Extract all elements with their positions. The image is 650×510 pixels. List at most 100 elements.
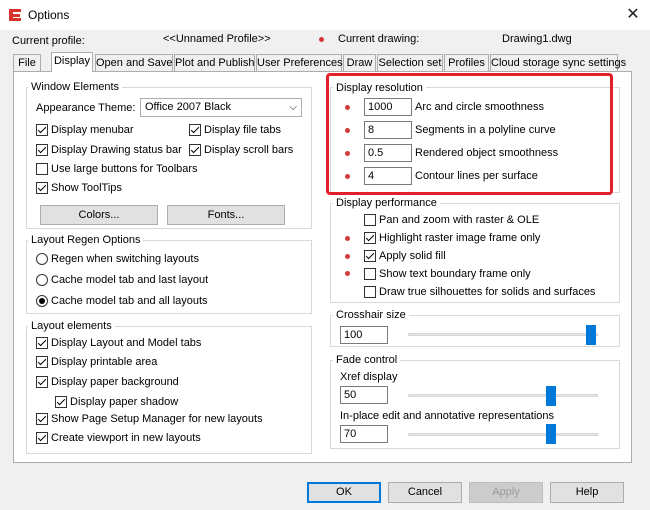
polyline-segments-input[interactable]: 8: [364, 121, 412, 139]
xref-display-label: Xref display: [340, 371, 398, 383]
app-logo-icon: [9, 9, 21, 21]
tab-plot-and-publish[interactable]: Plot and Publish: [174, 54, 255, 71]
title-bar: Options ✕: [0, 0, 650, 30]
rendered-smoothness-input[interactable]: 0.5: [364, 144, 412, 162]
crosshair-size-slider[interactable]: [408, 333, 598, 336]
display-scroll-bars-label: Display scroll bars: [204, 144, 294, 156]
current-drawing-label: Current drawing:: [338, 33, 420, 45]
tab-file[interactable]: File: [13, 54, 41, 71]
marker-dot: [345, 174, 350, 179]
arc-smoothness-label: Arc and circle smoothness: [415, 101, 544, 113]
cancel-button[interactable]: Cancel: [388, 482, 462, 503]
appearance-theme-select[interactable]: Office 2007 Black ⌵: [140, 98, 302, 117]
help-button[interactable]: Help: [550, 482, 624, 503]
tab-profiles[interactable]: Profiles: [444, 54, 489, 71]
appearance-theme-value: Office 2007 Black: [145, 101, 232, 113]
current-profile-label: Current profile:: [12, 35, 85, 47]
text-boundary-frame-label: Show text boundary frame only: [379, 268, 531, 280]
regen-switching-radio[interactable]: [36, 253, 48, 265]
cache-all-layouts-label: Cache model tab and all layouts: [51, 295, 208, 307]
display-drawing-status-bar-label: Display Drawing status bar: [51, 144, 182, 156]
window-elements-title: Window Elements: [28, 81, 123, 93]
apply-solid-fill-label: Apply solid fill: [379, 250, 446, 262]
marker-dot: [345, 128, 350, 133]
contour-lines-input[interactable]: 4: [364, 167, 412, 185]
marker-dot: [345, 236, 350, 241]
display-layout-model-tabs-label: Display Layout and Model tabs: [51, 337, 202, 349]
tab-display[interactable]: Display: [51, 52, 93, 72]
tab-selection-set[interactable]: Selection set: [377, 54, 443, 71]
display-paper-shadow-checkbox[interactable]: [55, 396, 67, 408]
highlight-raster-frame-label: Highlight raster image frame only: [379, 232, 541, 244]
layout-elements-title: Layout elements: [28, 320, 115, 332]
display-layout-model-tabs-checkbox[interactable]: [36, 337, 48, 349]
apply-solid-fill-checkbox[interactable]: [364, 250, 376, 262]
highlight-raster-frame-checkbox[interactable]: [364, 232, 376, 244]
pan-zoom-raster-label: Pan and zoom with raster & OLE: [379, 214, 540, 226]
display-menubar-label: Display menubar: [51, 124, 134, 136]
inplace-edit-input[interactable]: 70: [340, 425, 388, 443]
current-drawing-value: Drawing1.dwg: [502, 33, 572, 45]
crosshair-size-title: Crosshair size: [333, 309, 409, 321]
display-paper-background-checkbox[interactable]: [36, 376, 48, 388]
fade-control-title: Fade control: [333, 354, 401, 366]
chevron-down-icon: ⌵: [289, 102, 297, 113]
create-viewport-label: Create viewport in new layouts: [51, 432, 201, 444]
appearance-theme-label: Appearance Theme:: [36, 102, 136, 114]
display-paper-shadow-label: Display paper shadow: [70, 396, 179, 408]
tab-open-and-save[interactable]: Open and Save: [95, 54, 173, 71]
inplace-edit-slider[interactable]: [408, 433, 598, 436]
tab-draw[interactable]: Draw: [343, 54, 376, 71]
true-silhouettes-label: Draw true silhouettes for solids and sur…: [379, 286, 596, 298]
marker-dot: [345, 151, 350, 156]
layout-regen-title: Layout Regen Options: [28, 234, 144, 246]
display-file-tabs-label: Display file tabs: [204, 124, 282, 136]
xref-display-slider-thumb[interactable]: [546, 386, 556, 406]
display-paper-background-label: Display paper background: [51, 376, 179, 388]
display-performance-title: Display performance: [333, 197, 440, 209]
inplace-edit-slider-thumb[interactable]: [546, 424, 556, 444]
cache-last-layout-label: Cache model tab and last layout: [51, 274, 209, 286]
display-menubar-checkbox[interactable]: [36, 124, 48, 136]
display-printable-area-checkbox[interactable]: [36, 356, 48, 368]
display-drawing-status-bar-checkbox[interactable]: [36, 144, 48, 156]
contour-lines-label: Contour lines per surface: [415, 170, 538, 182]
show-tooltips-checkbox[interactable]: [36, 182, 48, 194]
rendered-smoothness-label: Rendered object smoothness: [415, 147, 559, 159]
crosshair-size-slider-thumb[interactable]: [586, 325, 596, 345]
text-boundary-frame-checkbox[interactable]: [364, 268, 376, 280]
marker-dot: [345, 271, 350, 276]
tab-user-preferences[interactable]: User Preferences: [256, 54, 343, 71]
window-title: Options: [28, 8, 70, 22]
cache-all-layouts-radio[interactable]: [36, 295, 48, 307]
large-buttons-checkbox[interactable]: [36, 163, 48, 175]
marker-dot: [345, 105, 350, 110]
true-silhouettes-checkbox[interactable]: [364, 286, 376, 298]
regen-switching-label: Regen when switching layouts: [51, 253, 199, 265]
display-file-tabs-checkbox[interactable]: [189, 124, 201, 136]
create-viewport-checkbox[interactable]: [36, 432, 48, 444]
tab-cloud-storage-sync-settings[interactable]: Cloud storage sync settings: [490, 54, 626, 71]
show-page-setup-manager-checkbox[interactable]: [36, 413, 48, 425]
xref-display-input[interactable]: 50: [340, 386, 388, 404]
crosshair-size-input[interactable]: 100: [340, 326, 388, 344]
pan-zoom-raster-checkbox[interactable]: [364, 214, 376, 226]
fonts-button[interactable]: Fonts...: [167, 205, 285, 225]
show-page-setup-manager-label: Show Page Setup Manager for new layouts: [51, 413, 263, 425]
cache-last-layout-radio[interactable]: [36, 274, 48, 286]
show-tooltips-label: Show ToolTips: [51, 182, 122, 194]
arc-smoothness-input[interactable]: 1000: [364, 98, 412, 116]
large-buttons-label: Use large buttons for Toolbars: [51, 163, 198, 175]
ok-button[interactable]: OK: [307, 482, 381, 503]
close-icon[interactable]: ✕: [616, 0, 650, 30]
display-resolution-title: Display resolution: [333, 82, 426, 94]
display-scroll-bars-checkbox[interactable]: [189, 144, 201, 156]
apply-button[interactable]: Apply: [469, 482, 543, 503]
inplace-edit-label: In-place edit and annotative representat…: [340, 410, 555, 422]
xref-display-slider[interactable]: [408, 394, 598, 397]
profile-row: Current profile: <<Unnamed Profile>> Cur…: [0, 30, 650, 52]
colors-button[interactable]: Colors...: [40, 205, 158, 225]
polyline-segments-label: Segments in a polyline curve: [415, 124, 556, 136]
marker-dot: [345, 254, 350, 259]
current-profile-value: <<Unnamed Profile>>: [163, 33, 271, 45]
